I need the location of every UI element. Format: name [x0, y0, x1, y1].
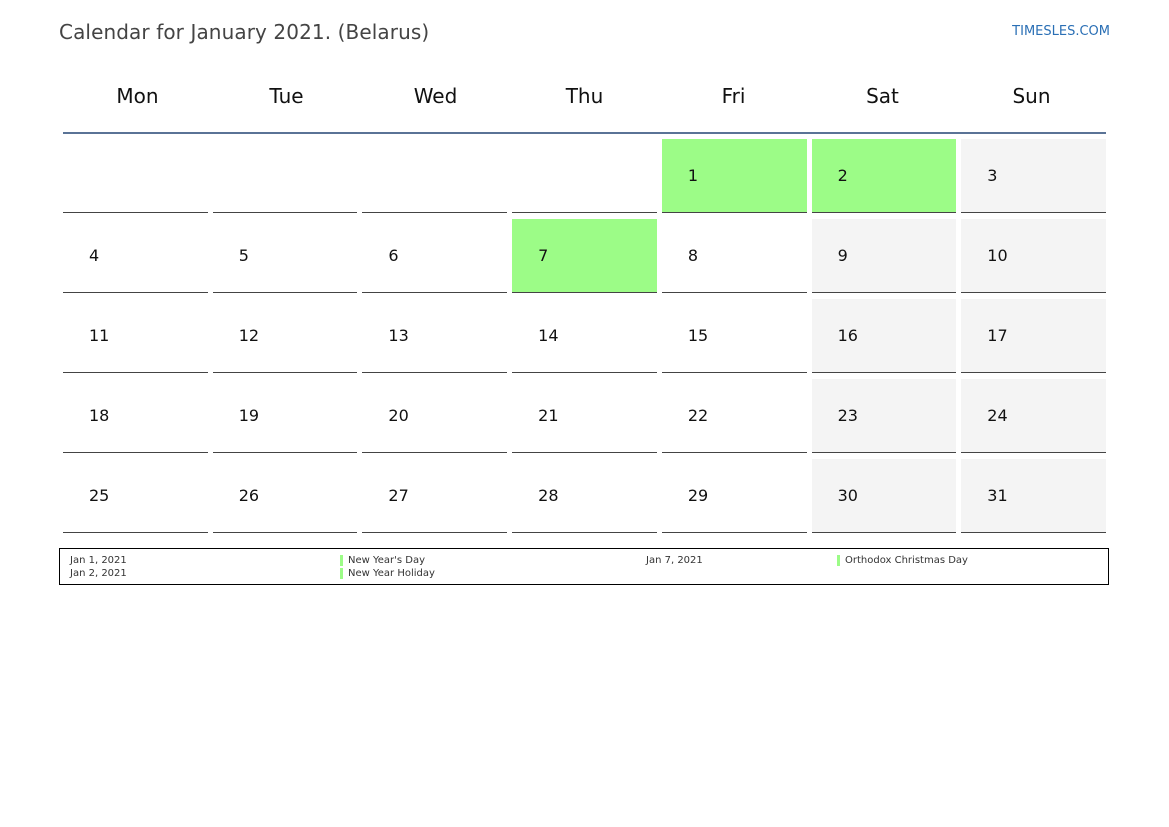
empty-day-cell — [512, 139, 657, 213]
day-cell[interactable]: 7 — [512, 219, 657, 293]
day-number: 4 — [89, 246, 100, 265]
day-number: 30 — [837, 486, 858, 505]
day-cell[interactable]: 14 — [512, 299, 657, 373]
weekday-sat: Sat — [866, 84, 899, 108]
day-cell[interactable]: 20 — [362, 379, 508, 453]
day-cell[interactable]: 8 — [661, 219, 807, 293]
day-number: 23 — [837, 406, 858, 425]
legend-holiday-name: New Year Holiday — [340, 568, 435, 579]
day-cell[interactable]: 10 — [961, 219, 1106, 293]
day-number: 11 — [89, 326, 110, 345]
day-cell[interactable]: 13 — [362, 299, 508, 373]
day-number: 9 — [837, 246, 848, 265]
empty-day-cell — [362, 139, 508, 213]
legend-holiday-name: Orthodox Christmas Day — [837, 555, 968, 566]
day-cell[interactable]: 5 — [212, 219, 358, 293]
day-cell[interactable]: 28 — [512, 459, 657, 533]
day-cell[interactable]: 19 — [212, 379, 358, 453]
day-number: 29 — [687, 486, 709, 505]
day-grid: 1 2 3 4 5 6 7 8 9 10 11 12 13 14 15 16 17 18 19 20 21 22 23 24 2… — [63, 139, 1106, 533]
day-number: 25 — [89, 486, 110, 505]
day-number: 24 — [987, 406, 1008, 425]
empty-day-cell — [63, 139, 208, 213]
calendar: Mon Tue Wed Thu Fri Sat Sun 1 2 3 4 5 6 7 8 9 10 1… — [63, 60, 1106, 533]
day-number: 5 — [238, 246, 249, 265]
day-cell[interactable]: 18 — [63, 379, 208, 453]
weekday-header: Mon Tue Wed Thu Fri Sat Sun — [63, 60, 1106, 134]
day-number: 13 — [388, 326, 409, 345]
day-cell[interactable]: 26 — [212, 459, 358, 533]
weekday-mon: Mon — [116, 84, 159, 108]
day-cell[interactable]: 1 — [661, 139, 807, 213]
day-cell[interactable]: 29 — [661, 459, 807, 533]
day-cell[interactable]: 9 — [811, 219, 957, 293]
day-cell[interactable]: 17 — [961, 299, 1106, 373]
day-cell[interactable]: 31 — [961, 459, 1106, 533]
holiday-legend: Jan 1, 2021 New Year's Day Jan 2, 2021 N… — [59, 548, 1109, 585]
day-number: 31 — [987, 486, 1008, 505]
day-cell[interactable]: 25 — [63, 459, 208, 533]
day-cell[interactable]: 27 — [362, 459, 508, 533]
day-number: 12 — [238, 326, 260, 345]
day-cell[interactable]: 23 — [811, 379, 957, 453]
day-cell[interactable]: 24 — [961, 379, 1106, 453]
day-cell[interactable]: 2 — [811, 139, 957, 213]
day-number: 16 — [837, 326, 858, 345]
day-number: 15 — [687, 326, 709, 345]
weekday-wed: Wed — [413, 84, 458, 108]
day-number: 20 — [388, 406, 409, 425]
day-cell[interactable]: 30 — [811, 459, 957, 533]
day-number: 22 — [687, 406, 709, 425]
legend-date: Jan 7, 2021 — [646, 555, 703, 566]
day-number: 28 — [538, 486, 559, 505]
day-number: 14 — [538, 326, 559, 345]
day-cell[interactable]: 22 — [661, 379, 807, 453]
day-number: 6 — [388, 246, 399, 265]
day-number: 26 — [238, 486, 260, 505]
day-cell[interactable]: 16 — [811, 299, 957, 373]
day-number: 8 — [687, 246, 699, 265]
day-number: 7 — [538, 246, 549, 265]
legend-date: Jan 2, 2021 — [70, 568, 127, 579]
day-number: 1 — [687, 166, 699, 185]
day-number: 27 — [388, 486, 409, 505]
day-number: 3 — [987, 166, 998, 185]
day-number: 10 — [987, 246, 1008, 265]
site-link[interactable]: TIMESLES.COM — [1012, 24, 1110, 39]
weekday-fri: Fri — [721, 84, 746, 108]
legend-holiday-name: New Year's Day — [340, 555, 425, 566]
legend-date: Jan 1, 2021 — [70, 555, 127, 566]
day-number: 21 — [538, 406, 559, 425]
day-number: 17 — [987, 326, 1008, 345]
day-cell[interactable]: 6 — [362, 219, 508, 293]
weekday-sun: Sun — [1012, 84, 1051, 108]
day-number: 18 — [89, 406, 110, 425]
day-number: 19 — [238, 406, 260, 425]
day-cell[interactable]: 15 — [661, 299, 807, 373]
day-cell[interactable]: 11 — [63, 299, 208, 373]
weekday-tue: Tue — [269, 84, 304, 108]
day-cell[interactable]: 21 — [512, 379, 657, 453]
day-cell[interactable]: 3 — [961, 139, 1106, 213]
day-cell[interactable]: 12 — [212, 299, 358, 373]
day-cell[interactable]: 4 — [63, 219, 208, 293]
day-number: 2 — [837, 166, 848, 185]
page-title: Calendar for January 2021. (Belarus) — [59, 20, 430, 44]
empty-day-cell — [212, 139, 358, 213]
weekday-thu: Thu — [565, 84, 604, 108]
